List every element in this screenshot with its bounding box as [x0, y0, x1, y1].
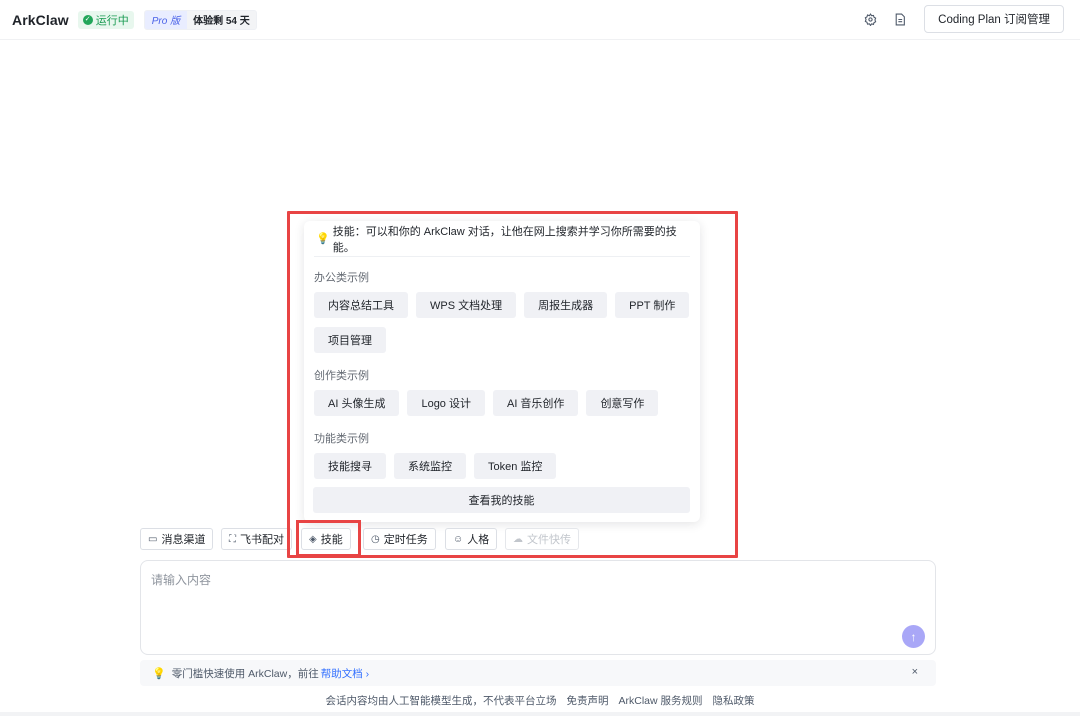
skill-tip: 💡 技能：可以和你的 ArkClaw 对话，让他在网上搜索并学习你所需要的技能。 — [314, 221, 690, 257]
status-badge: ✓ 运行中 — [77, 10, 134, 29]
persona-button[interactable]: ☺ 人格 — [445, 528, 498, 550]
tool-label: 定时任务 — [383, 534, 428, 546]
alarm-icon: ◷ — [371, 533, 380, 545]
scan-icon: ⛶ — [229, 533, 236, 545]
gear-icon[interactable] — [860, 9, 880, 29]
chat-input-box: ↑ — [140, 560, 936, 655]
app-logo: ArkClaw — [12, 11, 69, 28]
skill-chip[interactable]: AI 音乐创作 — [492, 390, 579, 416]
cloud-upload-icon: ☁ — [513, 533, 523, 545]
close-icon[interactable]: × — [912, 666, 918, 678]
view-my-skills-button[interactable]: 查看我的技能 — [313, 487, 690, 513]
feishu-pair-button[interactable]: ⛶ 飞书配对 — [221, 528, 292, 550]
trial-remaining: 体验剩 54 天 — [193, 16, 250, 27]
skill-chip[interactable]: 周报生成器 — [524, 292, 608, 318]
check-circle-icon: ✓ — [82, 14, 93, 25]
scheduled-task-button[interactable]: ◷ 定时任务 — [363, 528, 436, 550]
footer: 会话内容均由人工智能模型生成，不代表平台立场 免责声明 ArkClaw 服务规则… — [0, 693, 1080, 709]
tool-label: 消息渠道 — [161, 534, 206, 546]
coding-plan-button[interactable]: Coding Plan 订阅管理 — [924, 5, 1064, 33]
skill-button[interactable]: ◈ 技能 — [301, 528, 351, 550]
skill-chip[interactable]: WPS 文档处理 — [416, 292, 517, 318]
lightbulb-icon: 💡 — [152, 667, 166, 680]
bottom-divider — [0, 712, 1080, 716]
skill-chip[interactable]: Token 监控 — [474, 453, 557, 479]
pro-plan-label: Pro 版 — [144, 10, 188, 29]
layers-icon: ◈ — [309, 533, 317, 545]
footer-link-privacy[interactable]: 隐私政策 — [713, 693, 755, 709]
tool-label: 文件快传 — [527, 534, 571, 546]
chips-office: 内容总结工具 WPS 文档处理 周报生成器 PPT 制作 项目管理 — [314, 292, 690, 353]
skill-chip[interactable]: 技能搜寻 — [314, 453, 386, 479]
help-doc-link[interactable]: 帮助文档 › — [321, 666, 369, 681]
top-header: ArkClaw ✓ 运行中 Pro 版 体验剩 54 天 Coding Plan… — [0, 0, 1080, 40]
person-icon: ☺ — [453, 533, 464, 545]
plan-badge[interactable]: Pro 版 体验剩 54 天 — [143, 9, 257, 30]
skill-chip[interactable]: 项目管理 — [314, 327, 386, 353]
chips-function: 技能搜寻 系统监控 Token 监控 — [314, 453, 690, 479]
skill-chip[interactable]: Logo 设计 — [407, 390, 485, 416]
chat-input[interactable] — [151, 571, 891, 631]
status-label: 运行中 — [95, 14, 129, 27]
chips-creative: AI 头像生成 Logo 设计 AI 音乐创作 创意写作 — [314, 390, 690, 416]
header-actions: Coding Plan 订阅管理 — [860, 5, 1064, 33]
group-title-function: 功能类示例 — [314, 433, 369, 445]
skill-chip[interactable]: 创意写作 — [586, 390, 659, 416]
footer-link-disclaimer[interactable]: 免责声明 — [566, 693, 608, 709]
message-icon: ▭ — [148, 533, 158, 545]
group-title-office: 办公类示例 — [314, 272, 369, 284]
help-notice-bar: 💡 零门槛快速使用 ArkClaw，前往 帮助文档 › × — [140, 660, 936, 686]
document-icon[interactable] — [890, 9, 910, 29]
arrow-up-icon: ↑ — [910, 629, 917, 644]
tool-label: 人格 — [467, 534, 490, 546]
skill-chip[interactable]: AI 头像生成 — [314, 390, 400, 416]
skill-chip[interactable]: 内容总结工具 — [314, 292, 408, 318]
skill-chip[interactable]: PPT 制作 — [615, 292, 690, 318]
footer-link-rules[interactable]: ArkClaw 服务规则 — [618, 693, 702, 709]
tool-label: 技能 — [320, 534, 343, 546]
skill-chip[interactable]: 系统监控 — [394, 453, 466, 479]
skill-popup: 💡 技能：可以和你的 ArkClaw 对话，让他在网上搜索并学习你所需要的技能。… — [304, 221, 700, 522]
tool-label: 飞书配对 — [240, 534, 284, 546]
message-channel-button[interactable]: ▭ 消息渠道 — [140, 528, 214, 550]
skill-tip-text: 技能：可以和你的 ArkClaw 对话，让他在网上搜索并学习你所需要的技能。 — [332, 225, 677, 254]
file-transfer-button: ☁ 文件快传 — [505, 528, 579, 550]
notice-text: 零门槛快速使用 ArkClaw，前往 — [171, 667, 319, 680]
lightbulb-icon: 💡 — [316, 233, 330, 245]
footer-disclaimer: 会话内容均由人工智能模型生成，不代表平台立场 — [325, 695, 557, 707]
group-title-creative: 创作类示例 — [314, 370, 369, 382]
send-button[interactable]: ↑ — [902, 625, 925, 648]
